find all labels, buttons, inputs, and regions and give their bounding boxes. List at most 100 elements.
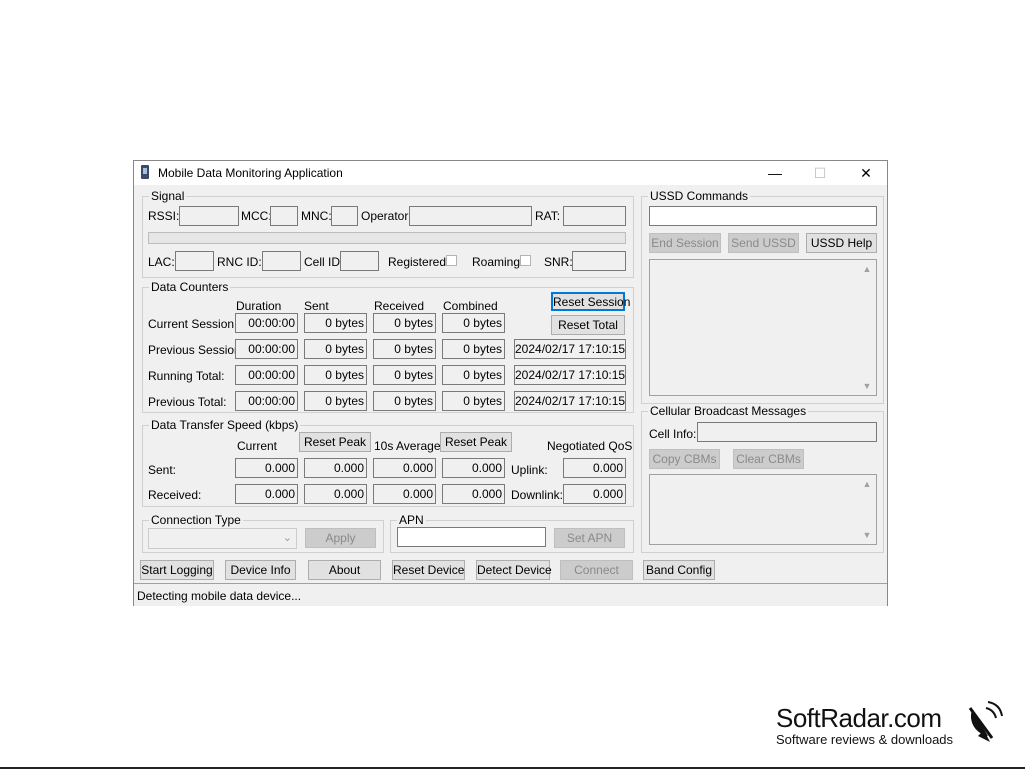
copy-cbms-button[interactable]: Copy CBMs xyxy=(649,449,720,469)
uplink-label: Uplink: xyxy=(511,463,548,477)
duration-field: 00:00:00 xyxy=(235,313,298,333)
registered-label: Registered: xyxy=(388,255,450,269)
timestamp-field: 2024/02/17 17:10:15 xyxy=(514,365,626,385)
about-button[interactable]: About xyxy=(308,560,381,580)
downlink-label: Downlink: xyxy=(511,488,564,502)
received-speed-label: Received: xyxy=(148,488,202,502)
counter-row-label: Current Session: xyxy=(148,317,238,331)
received-field: 0 bytes xyxy=(373,339,436,359)
downlink-field: 0.000 xyxy=(563,484,626,504)
vertical-scrollbar[interactable]: ▲ ▼ xyxy=(859,476,875,543)
received-field: 0 bytes xyxy=(373,391,436,411)
cbm-label: Cellular Broadcast Messages xyxy=(648,404,809,418)
sent-speed-field: 0.000 xyxy=(304,458,367,478)
duration-field: 00:00:00 xyxy=(235,339,298,359)
start-logging-button[interactable]: Start Logging xyxy=(140,560,214,580)
reset-peak-avg-button[interactable]: Reset Peak xyxy=(440,432,512,452)
app-window: Mobile Data Monitoring Application — ☐ ✕… xyxy=(133,160,888,606)
registered-checkbox[interactable] xyxy=(446,255,457,266)
reset-peak-button[interactable]: Reset Peak xyxy=(299,432,371,452)
clear-cbms-button[interactable]: Clear CBMs xyxy=(733,449,804,469)
reset-session-button[interactable]: Reset Session xyxy=(551,292,630,311)
phone-icon xyxy=(141,165,149,179)
connection-type-select[interactable]: ⌄ xyxy=(148,528,297,549)
ussd-help-button[interactable]: USSD Help xyxy=(806,233,877,253)
sent-field: 0 bytes xyxy=(304,365,367,385)
received-speed-field: 0.000 xyxy=(235,484,298,504)
sent-field: 0 bytes xyxy=(304,313,367,333)
close-button[interactable]: ✕ xyxy=(843,161,889,185)
data-counters-label: Data Counters xyxy=(149,280,231,294)
apn-input[interactable] xyxy=(397,527,546,547)
sent-speed-field: 0.000 xyxy=(373,458,436,478)
watermark-title: SoftRadar.com xyxy=(776,703,942,733)
rnc-id-field xyxy=(262,251,301,271)
operator-field xyxy=(409,206,532,226)
end-session-button[interactable]: End Session xyxy=(649,233,721,253)
ussd-input[interactable] xyxy=(649,206,877,226)
timestamp-field: 2024/02/17 17:10:15 xyxy=(514,391,626,411)
reset-total-button[interactable]: Reset Total xyxy=(551,315,625,335)
satellite-dish-icon xyxy=(968,701,1003,742)
detect-device-button[interactable]: Detect Device xyxy=(476,560,552,580)
counter-row-label: Running Total: xyxy=(148,369,225,383)
send-ussd-button[interactable]: Send USSD xyxy=(728,233,799,253)
received-speed-field: 0.000 xyxy=(304,484,367,504)
counter-row-label: Previous Session: xyxy=(148,343,245,357)
connect-button[interactable]: Connect xyxy=(560,560,633,580)
rat-field xyxy=(563,206,626,226)
set-apn-button[interactable]: Set APN xyxy=(554,528,625,548)
reset-device-button[interactable]: Reset Device xyxy=(392,560,465,580)
combined-field: 0 bytes xyxy=(442,391,505,411)
duration-field: 00:00:00 xyxy=(235,365,298,385)
status-bar: Detecting mobile data device... xyxy=(134,583,887,606)
sent-header: Sent xyxy=(304,299,329,313)
connection-type-label: Connection Type xyxy=(149,513,243,527)
duration-field: 00:00:00 xyxy=(235,391,298,411)
ussd-response-area[interactable]: ▲ ▼ xyxy=(649,259,877,396)
maximize-button[interactable]: ☐ xyxy=(797,161,843,185)
signal-group-label: Signal xyxy=(149,189,187,203)
sent-speed-label: Sent: xyxy=(148,463,177,477)
roaming-checkbox[interactable] xyxy=(520,255,531,266)
sent-speed-field: 0.000 xyxy=(235,458,298,478)
scroll-up-icon[interactable]: ▲ xyxy=(862,264,872,274)
roaming-label: Roaming: xyxy=(472,255,524,269)
received-speed-field: 0.000 xyxy=(442,484,505,504)
mcc-field xyxy=(270,206,298,226)
duration-header: Duration xyxy=(236,299,282,313)
average-header: 10s Average xyxy=(374,439,441,453)
chevron-down-icon: ⌄ xyxy=(282,532,292,544)
transfer-speed-label: Data Transfer Speed (kbps) xyxy=(149,418,301,432)
snr-field xyxy=(572,251,626,271)
rssi-field xyxy=(179,206,239,226)
apply-button[interactable]: Apply xyxy=(305,528,376,548)
mcc-label: MCC: xyxy=(241,209,272,223)
rat-label: RAT: xyxy=(535,209,561,223)
ussd-label: USSD Commands xyxy=(648,189,751,203)
watermark: SoftRadar.com Software reviews & downloa… xyxy=(776,703,953,747)
scroll-down-icon[interactable]: ▼ xyxy=(862,381,872,391)
cell-info-field xyxy=(697,422,877,442)
apn-label: APN xyxy=(397,513,426,527)
received-header: Received xyxy=(374,299,425,313)
cbm-messages-area[interactable]: ▲ ▼ xyxy=(649,474,877,545)
combined-field: 0 bytes xyxy=(442,365,505,385)
window-title: Mobile Data Monitoring Application xyxy=(158,166,343,180)
uplink-field: 0.000 xyxy=(563,458,626,478)
minimize-button[interactable]: — xyxy=(752,161,798,185)
device-info-button[interactable]: Device Info xyxy=(225,560,296,580)
snr-label: SNR: xyxy=(544,255,573,269)
lac-label: LAC: xyxy=(148,255,175,269)
status-text: Detecting mobile data device... xyxy=(137,589,302,603)
watermark-subtitle: Software reviews & downloads xyxy=(776,732,954,747)
scroll-up-icon[interactable]: ▲ xyxy=(862,479,872,489)
current-header: Current xyxy=(237,439,278,453)
timestamp-field: 2024/02/17 17:10:15 xyxy=(514,339,626,359)
band-config-button[interactable]: Band Config xyxy=(643,560,715,580)
scroll-down-icon[interactable]: ▼ xyxy=(862,530,872,540)
rnc-id-label: RNC ID: xyxy=(217,255,262,269)
cell-id-label: Cell ID: xyxy=(304,255,344,269)
sent-field: 0 bytes xyxy=(304,339,367,359)
vertical-scrollbar[interactable]: ▲ ▼ xyxy=(859,261,875,394)
